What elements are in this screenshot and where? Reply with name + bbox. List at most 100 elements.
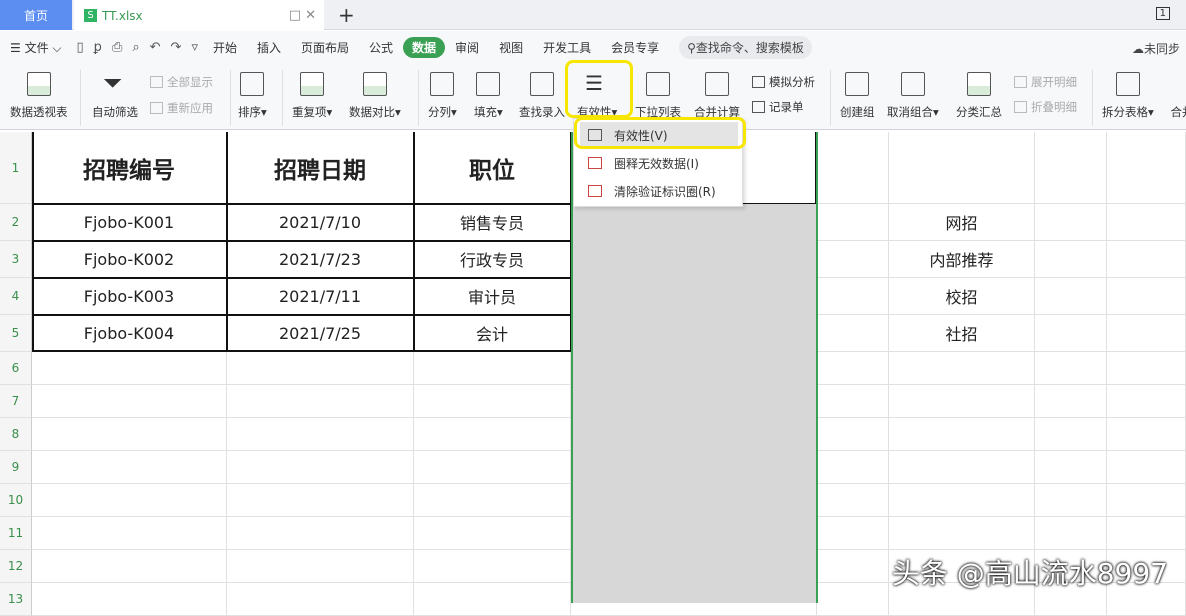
cell[interactable] bbox=[32, 583, 227, 616]
cell[interactable] bbox=[32, 352, 227, 385]
cell[interactable] bbox=[227, 418, 414, 451]
cell[interactable] bbox=[32, 385, 227, 418]
cell[interactable] bbox=[414, 418, 571, 451]
row-header[interactable]: 10 bbox=[0, 484, 32, 517]
cell[interactable] bbox=[889, 352, 1035, 385]
cell[interactable] bbox=[227, 484, 414, 517]
cell[interactable] bbox=[1035, 418, 1107, 451]
cell[interactable] bbox=[817, 451, 889, 484]
cell[interactable] bbox=[227, 583, 414, 616]
cell[interactable]: 校招 bbox=[889, 278, 1035, 315]
tab-review[interactable]: 审阅 bbox=[445, 36, 489, 59]
cell[interactable]: 内部推荐 bbox=[889, 241, 1035, 278]
cell[interactable] bbox=[817, 352, 889, 385]
cell[interactable] bbox=[1107, 385, 1186, 418]
header-cell[interactable] bbox=[1107, 132, 1186, 204]
row-header[interactable]: 12 bbox=[0, 550, 32, 583]
cell[interactable] bbox=[1107, 451, 1186, 484]
lookup-entry-button[interactable]: 查找录入 bbox=[519, 68, 565, 120]
print-preview-icon[interactable]: ⌕ bbox=[132, 40, 139, 55]
window-count[interactable]: 1 bbox=[1156, 7, 1170, 20]
header-cell[interactable] bbox=[889, 132, 1035, 204]
cell[interactable] bbox=[32, 517, 227, 550]
row-header[interactable]: 1 bbox=[0, 132, 32, 204]
cell[interactable] bbox=[1107, 278, 1186, 315]
format-painter-icon[interactable]: ꝑ bbox=[94, 40, 102, 55]
expand-detail-button[interactable]: 展开明细 bbox=[1014, 74, 1077, 90]
cell[interactable] bbox=[1107, 204, 1186, 241]
cell[interactable] bbox=[1035, 451, 1107, 484]
row-header[interactable]: 5 bbox=[0, 315, 32, 352]
cell[interactable] bbox=[1035, 385, 1107, 418]
cell[interactable] bbox=[817, 484, 889, 517]
cell[interactable] bbox=[889, 418, 1035, 451]
cell[interactable] bbox=[414, 517, 571, 550]
cell[interactable] bbox=[889, 517, 1035, 550]
tab-data[interactable]: 数据 bbox=[403, 37, 445, 58]
show-all-button[interactable]: 全部显示 bbox=[150, 74, 213, 90]
whatif-button[interactable]: 模拟分析 bbox=[752, 74, 815, 90]
cell[interactable] bbox=[1035, 484, 1107, 517]
cell[interactable] bbox=[817, 315, 889, 352]
cell[interactable] bbox=[32, 418, 227, 451]
cell[interactable] bbox=[414, 484, 571, 517]
cell[interactable] bbox=[414, 352, 571, 385]
pivot-table-button[interactable]: 数据透视表 bbox=[10, 68, 68, 120]
cell[interactable] bbox=[817, 278, 889, 315]
header-cell[interactable] bbox=[817, 132, 889, 204]
cell[interactable] bbox=[1035, 517, 1107, 550]
compare-button[interactable]: 数据对比▾ bbox=[349, 68, 401, 120]
cell[interactable] bbox=[1107, 352, 1186, 385]
cell[interactable] bbox=[414, 451, 571, 484]
close-tab-icon[interactable]: □ ✕ bbox=[289, 8, 316, 23]
dropdown-list-button[interactable]: 下拉列表 bbox=[635, 68, 681, 120]
row-header[interactable]: 2 bbox=[0, 204, 32, 241]
cell[interactable] bbox=[817, 517, 889, 550]
cell[interactable] bbox=[1107, 517, 1186, 550]
cell[interactable]: 社招 bbox=[889, 315, 1035, 352]
menu-item-circle-invalid[interactable]: 圈释无效数据(I) bbox=[580, 150, 738, 176]
tab-developer[interactable]: 开发工具 bbox=[533, 36, 601, 59]
duplicates-button[interactable]: 重复项▾ bbox=[292, 68, 332, 120]
tab-insert[interactable]: 插入 bbox=[247, 36, 291, 59]
cell[interactable] bbox=[227, 550, 414, 583]
cell[interactable] bbox=[414, 583, 571, 616]
row-header[interactable]: 8 bbox=[0, 418, 32, 451]
tab-view[interactable]: 视图 bbox=[489, 36, 533, 59]
row-header[interactable]: 7 bbox=[0, 385, 32, 418]
cell[interactable] bbox=[227, 352, 414, 385]
merge-table-button[interactable]: 合并 bbox=[1170, 68, 1186, 120]
cell[interactable] bbox=[1035, 241, 1107, 278]
split-column-button[interactable]: 分列▾ bbox=[428, 68, 457, 120]
cell[interactable] bbox=[32, 484, 227, 517]
cell[interactable] bbox=[817, 385, 889, 418]
cell[interactable] bbox=[1035, 278, 1107, 315]
consolidate-button[interactable]: 合并计算 bbox=[694, 68, 740, 120]
cell[interactable] bbox=[32, 550, 227, 583]
cell[interactable] bbox=[227, 451, 414, 484]
header-cell[interactable] bbox=[1035, 132, 1107, 204]
tab-formula[interactable]: 公式 bbox=[359, 36, 403, 59]
cell[interactable] bbox=[414, 550, 571, 583]
print-icon[interactable]: ⎙ bbox=[112, 40, 122, 55]
cell[interactable] bbox=[32, 451, 227, 484]
row-header[interactable]: 3 bbox=[0, 241, 32, 278]
cell[interactable] bbox=[817, 583, 889, 616]
cell[interactable] bbox=[817, 418, 889, 451]
cell[interactable] bbox=[227, 385, 414, 418]
cell[interactable] bbox=[817, 241, 889, 278]
fill-button[interactable]: 填充▾ bbox=[474, 68, 503, 120]
cell[interactable]: 网招 bbox=[889, 204, 1035, 241]
collapse-detail-button[interactable]: 折叠明细 bbox=[1014, 99, 1077, 115]
autofilter-button[interactable]: ⏷自动筛选 bbox=[92, 68, 138, 120]
split-table-button[interactable]: 拆分表格▾ bbox=[1102, 68, 1154, 120]
file-menu[interactable]: ☰ 文件 ⌵ bbox=[0, 36, 72, 59]
cell[interactable] bbox=[1035, 315, 1107, 352]
new-tab-button[interactable]: + bbox=[338, 3, 355, 27]
menu-item-clear-circles[interactable]: 清除验证标识圈(R) bbox=[580, 178, 738, 204]
record-form-button[interactable]: 记录单 bbox=[752, 99, 804, 115]
subtotal-button[interactable]: 分类汇总 bbox=[956, 68, 1002, 120]
tab-home[interactable]: 首页 bbox=[0, 0, 72, 30]
row-header[interactable]: 4 bbox=[0, 278, 32, 315]
tab-file[interactable]: STT.xlsx□ ✕ bbox=[74, 0, 324, 31]
